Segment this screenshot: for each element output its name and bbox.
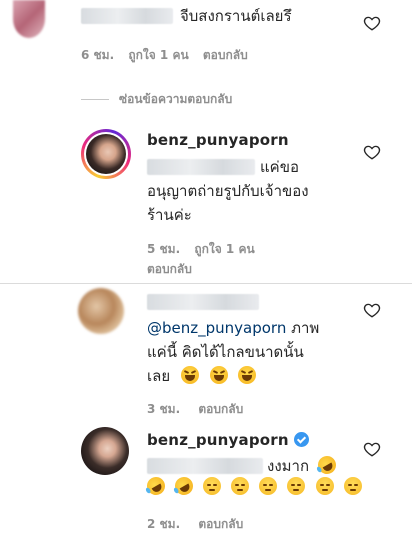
- replies-divider: [81, 99, 109, 100]
- mention-link[interactable]: @benz_punyaporn: [147, 319, 286, 337]
- laughing-emoji-icon: [180, 366, 199, 384]
- heart-outline-icon[interactable]: [363, 14, 381, 32]
- laughing-emoji-icon: [238, 366, 257, 384]
- sad-emoji-icon: [203, 477, 222, 495]
- sad-emoji-icon: [315, 477, 334, 495]
- comment-text-line2: แค่นี้ คิดได้ไกลขนาดนั้น: [147, 343, 304, 361]
- reply-button[interactable]: ตอบกลับ: [198, 517, 243, 531]
- comment-time: 3 ชม.: [147, 402, 181, 416]
- comment-text-line1: @benz_punyaporn ภาพ: [147, 316, 319, 340]
- commenter-avatar[interactable]: [13, 0, 45, 38]
- reply-username[interactable]: benz_punyaporn: [147, 431, 289, 449]
- comment-text: จีบสงกรานต์เลยรึ: [180, 7, 292, 25]
- comment-meta: 3 ชม. ตอบกลับ: [147, 400, 243, 419]
- reply-username-row: benz_punyaporn: [147, 431, 309, 449]
- reply-emoji-row: [143, 473, 364, 499]
- comment-separator: [0, 283, 412, 284]
- reply-likes[interactable]: ถูกใจ 1 คน: [194, 242, 254, 256]
- comment-meta: 6 ชม. ถูกใจ 1 คน ตอบกลับ: [81, 46, 248, 65]
- heart-outline-icon[interactable]: [363, 301, 381, 319]
- comment-text-line3: เลย: [147, 364, 258, 388]
- reply-time: 2 ชม.: [147, 517, 181, 531]
- reply-button[interactable]: ตอบกลับ: [147, 260, 192, 279]
- heart-outline-icon[interactable]: [363, 143, 381, 161]
- comment-likes[interactable]: ถูกใจ 1 คน: [128, 48, 188, 62]
- comment-text-rest: ภาพ: [286, 319, 320, 337]
- reply-text-line1: แค่ขอ: [260, 158, 299, 176]
- hide-replies-button[interactable]: ซ่อนข้อความตอบกลับ: [119, 90, 232, 109]
- reply-button[interactable]: ตอบกลับ: [203, 48, 248, 62]
- rofl-emoji-icon: [143, 473, 169, 499]
- comment-text-word: เลย: [147, 367, 171, 385]
- commenter-username-blurred[interactable]: [147, 294, 259, 310]
- mentioned-user-blurred[interactable]: [147, 159, 255, 175]
- commenter-username-blurred[interactable]: [81, 8, 173, 24]
- mentioned-user-blurred[interactable]: [147, 458, 263, 474]
- comment-time: 6 ชม.: [81, 48, 115, 62]
- reply-meta: 5 ชม. ถูกใจ 1 คน: [147, 240, 255, 259]
- reply-avatar[interactable]: [81, 129, 131, 179]
- verified-badge-icon: [293, 432, 309, 447]
- rofl-emoji-icon: [171, 473, 197, 499]
- reply-text-line1: งงมาก: [267, 452, 340, 478]
- rofl-emoji-icon: [314, 452, 340, 478]
- reply-time: 5 ชม.: [147, 242, 181, 256]
- commenter-avatar[interactable]: [78, 288, 124, 334]
- sad-emoji-icon: [231, 477, 250, 495]
- reply-avatar[interactable]: [81, 427, 129, 475]
- reply-text: งงมาก: [267, 457, 310, 475]
- reply-username[interactable]: benz_punyaporn: [147, 131, 289, 149]
- laughing-emoji-icon: [209, 366, 228, 384]
- reply-text-line2: อนุญาตถ่ายรูปกับเจ้าของ: [147, 182, 309, 200]
- sad-emoji-icon: [343, 477, 362, 495]
- reply-meta: 2 ชม. ตอบกลับ: [147, 515, 243, 534]
- reply-button[interactable]: ตอบกลับ: [198, 402, 243, 416]
- sad-emoji-icon: [259, 477, 278, 495]
- heart-outline-icon[interactable]: [363, 440, 381, 458]
- reply-text-line3: ร้านค่ะ: [147, 206, 192, 224]
- sad-emoji-icon: [287, 477, 306, 495]
